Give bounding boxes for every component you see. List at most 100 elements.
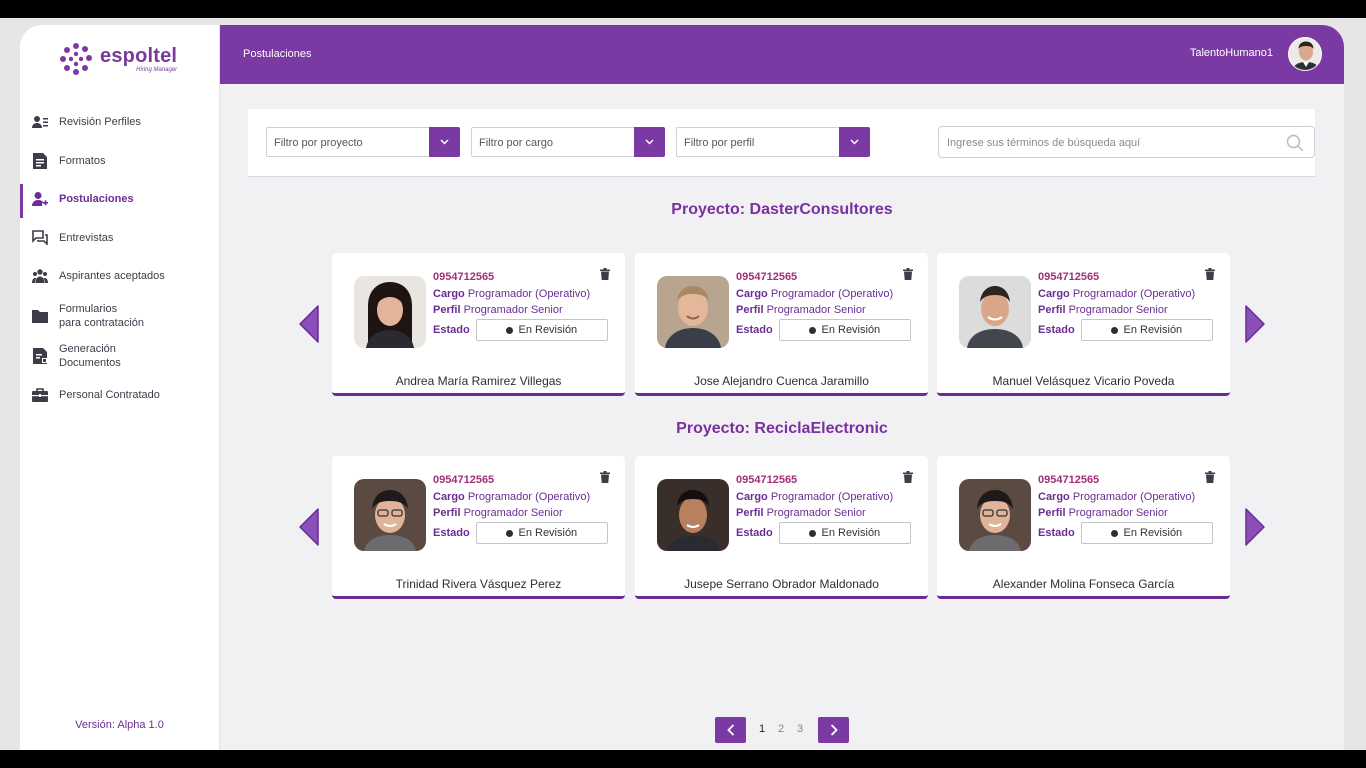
perfil-value: Programador Senior bbox=[766, 304, 866, 316]
briefcase-icon bbox=[32, 387, 48, 403]
sidebar-item-label: Generación Documentos bbox=[59, 342, 121, 369]
candidate-name: Alexander Molina Fonseca García bbox=[992, 577, 1175, 591]
perfil-value: Programador Senior bbox=[1068, 507, 1168, 519]
candidate-card[interactable]: 0954712565 Cargo Programador (Operativo)… bbox=[635, 253, 928, 396]
logo-mark-icon bbox=[60, 43, 92, 75]
status-text: En Revisión bbox=[821, 324, 881, 336]
brand-name: espoltel bbox=[100, 44, 178, 67]
candidate-card[interactable]: 0954712565 Cargo Programador (Operativo)… bbox=[332, 253, 625, 396]
role-filter-select[interactable]: Filtro por cargo bbox=[471, 127, 665, 157]
profile-list-icon bbox=[32, 114, 48, 130]
sidebar-item-personal-contratado[interactable]: Personal Contratado bbox=[20, 376, 219, 415]
status-badge[interactable]: En Revisión bbox=[1080, 522, 1213, 544]
status-dot-icon bbox=[506, 326, 514, 334]
estado-label: Estado bbox=[433, 527, 470, 539]
perfil-value: Programador Senior bbox=[463, 507, 563, 519]
estado-label: Estado bbox=[736, 527, 773, 539]
app-window: espoltel Hiring Manager Revisión Perfile… bbox=[20, 25, 1344, 750]
trash-icon[interactable] bbox=[1205, 470, 1215, 488]
user-avatar[interactable] bbox=[1288, 37, 1322, 71]
candidate-card[interactable]: 0954712565 Cargo Programador (Operativo)… bbox=[937, 456, 1230, 599]
pagination-prev-button[interactable] bbox=[715, 717, 746, 743]
sidebar-item-postulaciones[interactable]: Postulaciones bbox=[20, 180, 219, 219]
carousel-next-button[interactable] bbox=[1244, 304, 1266, 344]
chevron-down-icon[interactable] bbox=[839, 127, 870, 157]
status-text: En Revisión bbox=[1123, 324, 1183, 336]
pagination-page-2[interactable]: 2 bbox=[778, 723, 784, 735]
chevron-down-icon[interactable] bbox=[634, 127, 665, 157]
candidate-photo bbox=[959, 479, 1031, 551]
perfil-label: Perfil bbox=[1038, 304, 1066, 316]
role-filter-label: Filtro por cargo bbox=[479, 137, 553, 149]
status-badge[interactable]: En Revisión bbox=[475, 522, 608, 544]
candidate-id: 0954712565 bbox=[1038, 474, 1100, 486]
trash-icon[interactable] bbox=[903, 267, 913, 285]
user-name[interactable]: TalentoHumano1 bbox=[1190, 47, 1273, 59]
pagination-page-1[interactable]: 1 bbox=[759, 723, 765, 735]
sidebar-item-label: Postulaciones bbox=[59, 193, 134, 206]
perfil-value: Programador Senior bbox=[766, 507, 866, 519]
sidebar-item-label: Entrevistas bbox=[59, 231, 114, 244]
cargo-label: Cargo bbox=[736, 288, 768, 300]
sidebar-item-entrevistas[interactable]: Entrevistas bbox=[20, 219, 219, 258]
candidate-name: Andrea María Ramirez Villegas bbox=[395, 374, 562, 388]
candidate-card[interactable]: 0954712565 Cargo Programador (Operativo)… bbox=[635, 456, 928, 599]
add-user-icon bbox=[32, 191, 48, 207]
candidate-card[interactable]: 0954712565 Cargo Programador (Operativo)… bbox=[332, 456, 625, 599]
candidate-photo bbox=[959, 276, 1031, 348]
chevron-right-icon bbox=[830, 724, 838, 736]
cargo-value: Programador (Operativo) bbox=[467, 288, 591, 300]
carousel-prev-button[interactable] bbox=[298, 304, 320, 344]
trash-icon[interactable] bbox=[600, 267, 610, 285]
status-badge[interactable]: En Revisión bbox=[1080, 319, 1213, 341]
candidate-id: 0954712565 bbox=[736, 271, 798, 283]
profile-filter-select[interactable]: Filtro por perfil bbox=[676, 127, 870, 157]
status-dot-icon bbox=[1111, 326, 1119, 334]
project-filter-select[interactable]: Filtro por proyecto bbox=[266, 127, 460, 157]
candidate-photo bbox=[657, 276, 729, 348]
document-gen-icon bbox=[32, 347, 48, 364]
estado-label: Estado bbox=[736, 324, 773, 336]
trash-icon[interactable] bbox=[1205, 267, 1215, 285]
sidebar-item-formularios-contratacion[interactable]: Formularios para contratación bbox=[20, 296, 219, 336]
filter-bar: Filtro por proyecto Filtro por cargo Fil… bbox=[248, 109, 1315, 177]
carousel-prev-button[interactable] bbox=[298, 507, 320, 547]
candidate-photo bbox=[657, 479, 729, 551]
sidebar-item-aspirantes-aceptados[interactable]: Aspirantes aceptados bbox=[20, 257, 219, 296]
status-dot-icon bbox=[809, 326, 817, 334]
document-icon bbox=[32, 152, 48, 169]
candidate-name: Manuel Velásquez Vicario Poveda bbox=[992, 374, 1175, 388]
chat-icon bbox=[32, 230, 48, 246]
status-badge[interactable]: En Revisión bbox=[778, 319, 911, 341]
status-text: En Revisión bbox=[518, 527, 578, 539]
status-badge[interactable]: En Revisión bbox=[475, 319, 608, 341]
status-text: En Revisión bbox=[821, 527, 881, 539]
search-icon[interactable] bbox=[1286, 134, 1304, 157]
project-title: Proyecto: ReciclaElectronic bbox=[676, 420, 888, 437]
carousel-next-button[interactable] bbox=[1244, 507, 1266, 547]
profile-filter-label: Filtro por perfil bbox=[684, 137, 755, 149]
cargo-value: Programador (Operativo) bbox=[467, 491, 591, 503]
status-dot-icon bbox=[1111, 529, 1119, 537]
candidate-card[interactable]: 0954712565 Cargo Programador (Operativo)… bbox=[937, 253, 1230, 396]
trash-icon[interactable] bbox=[600, 470, 610, 488]
sidebar-item-generacion-documentos[interactable]: Generación Documentos bbox=[20, 336, 219, 376]
sidebar-item-label: Personal Contratado bbox=[59, 388, 160, 401]
chevron-down-icon[interactable] bbox=[429, 127, 460, 157]
sidebar-item-formatos[interactable]: Formatos bbox=[20, 142, 219, 181]
sidebar-item-revision-perfiles[interactable]: Revisión Perfiles bbox=[20, 103, 219, 142]
status-text: En Revisión bbox=[1123, 527, 1183, 539]
trash-icon[interactable] bbox=[903, 470, 913, 488]
pagination-next-button[interactable] bbox=[818, 717, 849, 743]
candidate-photo bbox=[354, 276, 426, 348]
brand-logo[interactable]: espoltel Hiring Manager bbox=[58, 39, 188, 79]
cargo-label: Cargo bbox=[433, 288, 465, 300]
status-badge[interactable]: En Revisión bbox=[778, 522, 911, 544]
cargo-value: Programador (Operativo) bbox=[1072, 491, 1196, 503]
perfil-label: Perfil bbox=[1038, 507, 1066, 519]
candidate-info: 0954712565 Cargo Programador (Operativo)… bbox=[1038, 270, 1213, 341]
cargo-label: Cargo bbox=[736, 491, 768, 503]
search-input[interactable] bbox=[947, 134, 1267, 152]
page-title: Postulaciones bbox=[243, 48, 312, 60]
pagination-page-3[interactable]: 3 bbox=[797, 723, 803, 735]
